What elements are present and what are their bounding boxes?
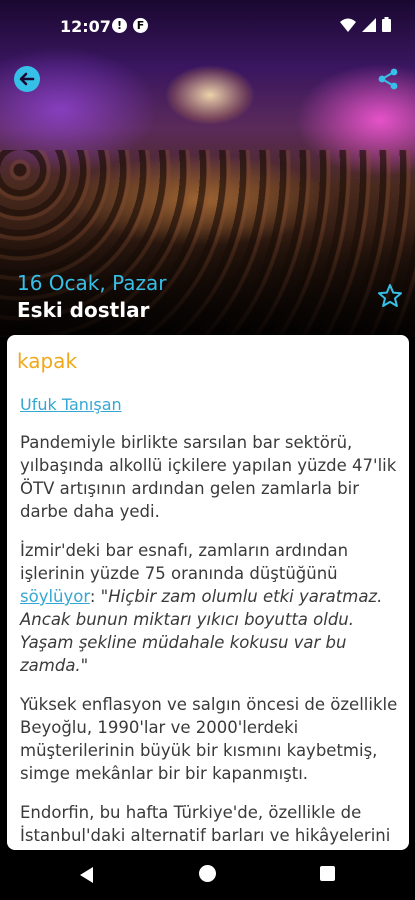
- info-icon: !: [112, 18, 127, 33]
- paragraph: Pandemiyle birlikte sarsılan bar sektörü…: [20, 433, 397, 521]
- battery-icon: [382, 17, 391, 32]
- paragraph: Yüksek enflasyon ve salgın öncesi de öze…: [20, 695, 398, 783]
- nav-back-icon[interactable]: [80, 867, 93, 883]
- article-card: kapak Ufuk Tanışan Pandemiyle birlikte s…: [7, 335, 409, 850]
- share-button[interactable]: [375, 66, 401, 92]
- share-icon: [378, 68, 398, 90]
- article-body: Pandemiyle birlikte sarsılan bar sektörü…: [20, 431, 398, 850]
- nav-recents-icon[interactable]: [320, 866, 335, 881]
- paragraph-text: İzmir'deki bar esnafı, zamların ardından…: [20, 541, 349, 583]
- back-button[interactable]: [14, 66, 40, 92]
- event-date: 16 Ocak, Pazar: [17, 271, 167, 295]
- paragraph: Endorfin, bu hafta Türkiye'de, özellikle…: [20, 803, 391, 845]
- paragraph-text: :: [89, 587, 101, 606]
- nav-home-icon[interactable]: [199, 865, 216, 882]
- system-nav-bar: [0, 850, 415, 900]
- notification-icon: F: [133, 18, 148, 33]
- event-title: Eski dostlar: [17, 298, 150, 322]
- status-time: 12:07: [60, 17, 111, 36]
- favorite-button[interactable]: [377, 283, 403, 309]
- source-link[interactable]: söylüyor: [20, 587, 90, 606]
- status-icons: [340, 17, 391, 32]
- arrow-left-icon: [19, 72, 35, 86]
- wifi-icon: [340, 18, 356, 32]
- signal-icon: [362, 17, 376, 32]
- author-link[interactable]: Ufuk Tanışan: [20, 395, 122, 414]
- status-bar: 12:07 ! F: [0, 0, 415, 52]
- paragraph: İzmir'deki bar esnafı, zamların ardından…: [20, 539, 398, 677]
- section-label: kapak: [17, 349, 78, 373]
- star-icon: [378, 284, 402, 307]
